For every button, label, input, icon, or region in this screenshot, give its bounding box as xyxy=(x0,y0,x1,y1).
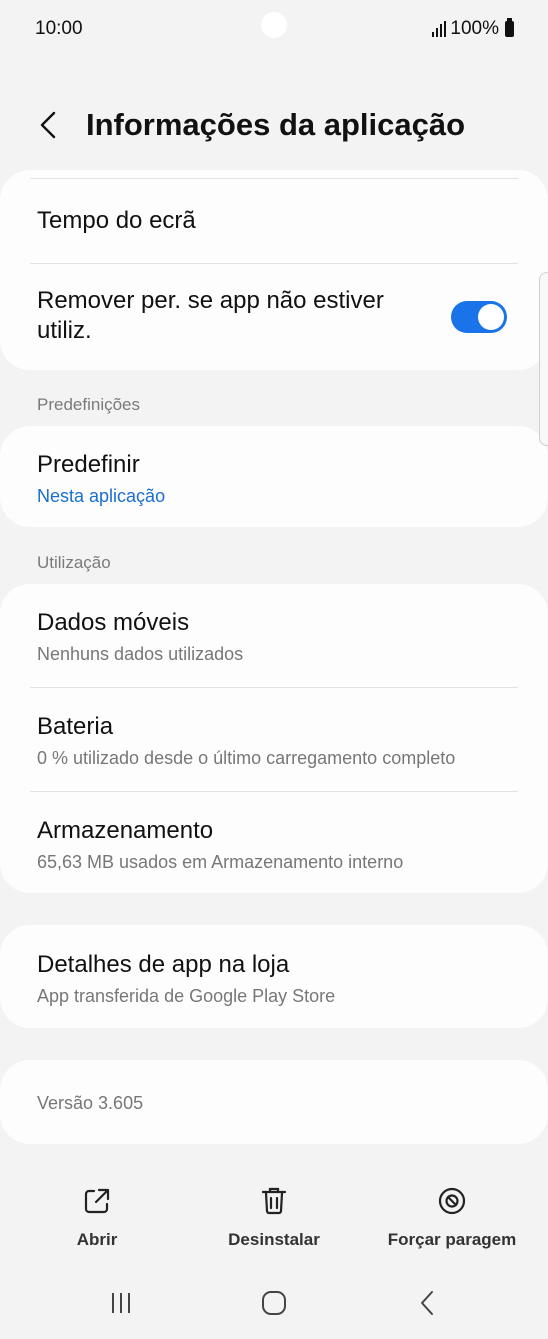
open-button[interactable]: Abrir xyxy=(17,1170,177,1250)
navigation-bar xyxy=(0,1270,548,1334)
defaults-card: Predefinir Nesta aplicação xyxy=(0,426,548,527)
battery-item[interactable]: Bateria 0 % utilizado desde o último car… xyxy=(37,712,511,770)
screen-time-title: Tempo do ecrã xyxy=(37,207,196,234)
stop-circle-icon xyxy=(438,1187,466,1215)
recents-button[interactable] xyxy=(91,1286,151,1320)
toggle-knob xyxy=(478,304,504,330)
screen-time-item[interactable]: Tempo do ecrã xyxy=(37,206,511,236)
bottom-actions: Abrir Desinstalar Forçar paragem xyxy=(0,1170,548,1260)
force-stop-label: Forçar paragem xyxy=(387,1230,517,1249)
usage-section-label: Utilização xyxy=(37,553,111,572)
set-default-title: Predefinir xyxy=(37,451,140,478)
remove-permissions-title-line2: utiliz. xyxy=(37,317,92,344)
remove-permissions-toggle[interactable] xyxy=(451,301,507,333)
store-details-subtitle: App transferida de Google Play Store xyxy=(37,986,336,1006)
storage-subtitle: 65,63 MB usados em Armazenamento interno xyxy=(37,852,404,872)
status-indicators: 100% xyxy=(432,18,514,40)
usage-card: Dados móveis Nenhuns dados utilizados Ba… xyxy=(0,584,548,893)
status-time: 10:00 xyxy=(35,18,83,39)
page-title: Informações da aplicação xyxy=(86,107,466,142)
remove-permissions-title-line1: Remover per. se app não estiver xyxy=(37,287,384,314)
remove-permissions-item[interactable]: Remover per. se app não estiver utiliz. xyxy=(37,286,428,346)
home-icon xyxy=(262,1291,286,1315)
uninstall-label: Desinstalar xyxy=(228,1230,320,1249)
version-card: Versão 3.605 xyxy=(0,1060,548,1144)
version-item: Versão 3.605 xyxy=(37,1091,511,1115)
defaults-section-label: Predefinições xyxy=(37,395,141,414)
open-label: Abrir xyxy=(76,1230,118,1249)
signal-icon xyxy=(432,21,447,37)
store-details-item[interactable]: Detalhes de app na loja App transferida … xyxy=(37,950,511,1008)
battery-title: Bateria xyxy=(37,713,114,740)
divider xyxy=(30,791,518,792)
mobile-data-subtitle: Nenhuns dados utilizados xyxy=(37,644,244,664)
home-button[interactable] xyxy=(244,1286,304,1320)
force-stop-button[interactable]: Forçar paragem xyxy=(372,1170,532,1250)
recents-icon xyxy=(112,1293,130,1313)
back-button[interactable] xyxy=(30,103,70,147)
store-card: Detalhes de app na loja App transferida … xyxy=(0,925,548,1028)
version-text: Versão 3.605 xyxy=(37,1093,144,1113)
divider xyxy=(30,178,518,179)
open-external-icon xyxy=(84,1188,110,1214)
chevron-left-icon xyxy=(40,111,56,139)
status-bar: 10:00 100% xyxy=(0,0,548,60)
nav-back-button[interactable] xyxy=(398,1286,458,1320)
set-default-item[interactable]: Predefinir Nesta aplicação xyxy=(37,450,511,508)
battery-subtitle: 0 % utilizado desde o último carregament… xyxy=(37,748,456,768)
front-camera xyxy=(261,12,287,38)
uninstall-button[interactable]: Desinstalar xyxy=(194,1170,354,1250)
app-bar: Informações da aplicação xyxy=(0,95,548,155)
storage-title: Armazenamento xyxy=(37,817,214,844)
store-details-title: Detalhes de app na loja xyxy=(37,951,290,978)
divider xyxy=(30,263,518,264)
trash-icon xyxy=(261,1187,287,1215)
mobile-data-title: Dados móveis xyxy=(37,609,190,636)
mobile-data-item[interactable]: Dados móveis Nenhuns dados utilizados xyxy=(37,608,511,666)
set-default-subtitle: Nesta aplicação xyxy=(37,486,166,506)
app-info-screen: 10:00 100% Informações da aplicação Temp… xyxy=(0,0,548,1339)
scroll-handle[interactable] xyxy=(539,272,548,446)
back-icon xyxy=(421,1291,433,1315)
battery-icon xyxy=(505,18,514,37)
storage-item[interactable]: Armazenamento 65,63 MB usados em Armazen… xyxy=(37,816,511,874)
permissions-card: Tempo do ecrã Remover per. se app não es… xyxy=(0,170,548,370)
divider xyxy=(30,687,518,688)
battery-percent: 100% xyxy=(450,18,499,39)
